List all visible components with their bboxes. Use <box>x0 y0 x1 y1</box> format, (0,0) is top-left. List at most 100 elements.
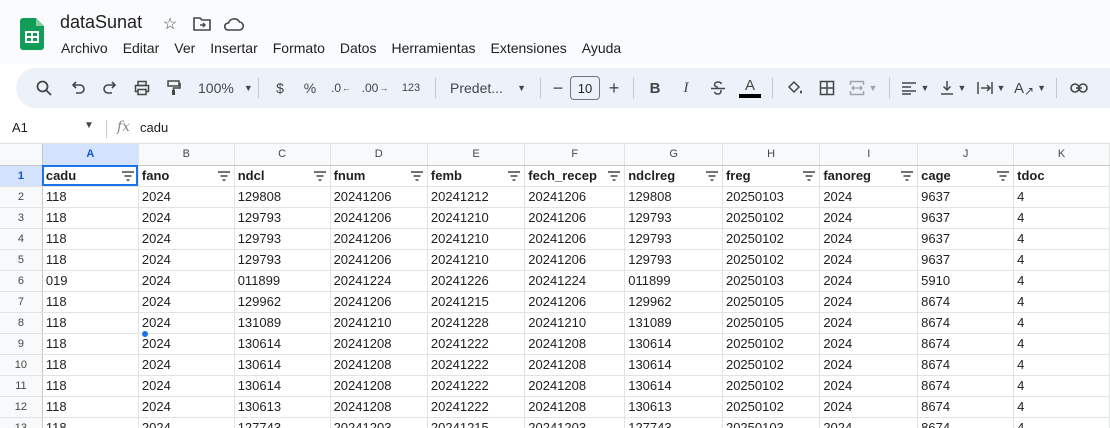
cell[interactable]: 20250103 <box>722 417 821 428</box>
cell[interactable]: 118 <box>42 396 139 418</box>
cell[interactable]: 2024 <box>819 186 919 208</box>
cell[interactable]: 129793 <box>624 228 723 250</box>
cell[interactable]: 130614 <box>624 375 723 397</box>
header-cell[interactable]: ndclreg <box>624 165 723 187</box>
cell[interactable]: 4 <box>1013 333 1110 355</box>
cell[interactable]: 20241208 <box>330 354 428 376</box>
cell[interactable]: 4 <box>1013 291 1110 313</box>
column-header-k[interactable]: K <box>1013 144 1110 166</box>
row-header[interactable]: 10 <box>0 354 43 376</box>
cell[interactable]: 2024 <box>819 396 919 418</box>
font-size-input[interactable]: 10 <box>569 74 601 102</box>
cell[interactable]: 2024 <box>138 207 235 229</box>
move-folder-icon[interactable] <box>192 14 212 34</box>
sheets-logo-icon[interactable] <box>20 18 44 50</box>
cell[interactable]: 20241208 <box>330 333 428 355</box>
cell[interactable]: 019 <box>42 270 139 292</box>
cell[interactable]: 118 <box>42 417 139 428</box>
chevron-down-icon[interactable]: ▼ <box>84 120 94 131</box>
cell[interactable]: 2024 <box>819 417 919 428</box>
cell[interactable]: 011899 <box>624 270 723 292</box>
cell[interactable]: 20241222 <box>427 375 526 397</box>
paint-format-icon[interactable] <box>158 74 190 102</box>
horizontal-align-icon[interactable]: ▼ <box>896 74 934 102</box>
cell[interactable]: 118 <box>42 186 139 208</box>
cell[interactable]: 2024 <box>138 228 235 250</box>
merge-cells-icon[interactable]: ▼ <box>843 74 883 102</box>
cell[interactable]: 9637 <box>917 207 1015 229</box>
cell[interactable]: 2024 <box>819 375 919 397</box>
cell[interactable]: 8674 <box>917 333 1015 355</box>
cell[interactable]: 20241206 <box>524 228 626 250</box>
column-header-e[interactable]: E <box>427 144 526 166</box>
column-header-d[interactable]: D <box>330 144 428 166</box>
cell[interactable]: 20250103 <box>722 270 821 292</box>
row-header[interactable]: 2 <box>0 186 43 208</box>
menu-archivo[interactable]: Archivo <box>54 38 116 58</box>
filter-icon[interactable] <box>410 170 423 181</box>
filter-icon[interactable] <box>217 170 230 181</box>
decrease-font-size-button[interactable]: − <box>547 74 569 102</box>
bold-button[interactable]: B <box>640 74 670 102</box>
cell[interactable]: 20241215 <box>427 291 526 313</box>
cell[interactable]: 011899 <box>234 270 331 292</box>
selection-fill-handle[interactable] <box>141 330 149 338</box>
cell[interactable]: 20250103 <box>722 186 821 208</box>
cell[interactable]: 118 <box>42 207 139 229</box>
header-cell[interactable]: cadu <box>42 165 139 187</box>
cell[interactable]: 118 <box>42 249 139 271</box>
cell[interactable]: 127743 <box>624 417 723 428</box>
more-formats-button[interactable]: 123 <box>393 74 429 102</box>
cell[interactable]: 4 <box>1013 354 1110 376</box>
cell[interactable]: 20241208 <box>524 375 626 397</box>
fill-color-icon[interactable] <box>779 74 811 102</box>
header-cell[interactable]: ndcl <box>234 165 331 187</box>
cell[interactable]: 20241208 <box>524 396 626 418</box>
cell[interactable]: 20241203 <box>524 417 626 428</box>
cell[interactable]: 20241210 <box>427 207 526 229</box>
column-header-h[interactable]: H <box>722 144 821 166</box>
strikethrough-icon[interactable] <box>702 74 734 102</box>
cell[interactable]: 20241206 <box>330 207 428 229</box>
zoom-select[interactable]: 100% ▼ <box>190 74 253 102</box>
cell[interactable]: 8674 <box>917 417 1015 428</box>
cell[interactable]: 9637 <box>917 186 1015 208</box>
cell[interactable]: 130613 <box>234 396 331 418</box>
cell[interactable]: 20241208 <box>330 375 428 397</box>
menu-ayuda[interactable]: Ayuda <box>575 38 629 58</box>
menu-formato[interactable]: Formato <box>266 38 333 58</box>
cell[interactable]: 20241222 <box>427 333 526 355</box>
cell[interactable]: 129808 <box>234 186 331 208</box>
cell[interactable]: 4 <box>1013 417 1110 428</box>
cell[interactable]: 20250102 <box>722 249 821 271</box>
increase-decimal-button[interactable]: .00 → <box>357 74 393 102</box>
column-header-b[interactable]: B <box>138 144 235 166</box>
cell[interactable]: 129962 <box>624 291 723 313</box>
filter-icon[interactable] <box>705 170 718 181</box>
cell[interactable]: 118 <box>42 354 139 376</box>
column-header-a[interactable]: A <box>42 144 139 166</box>
cell[interactable]: 20241224 <box>330 270 428 292</box>
cell[interactable]: 2024 <box>819 249 919 271</box>
cell[interactable]: 118 <box>42 228 139 250</box>
cell[interactable]: 20241222 <box>427 396 526 418</box>
cell[interactable]: 4 <box>1013 186 1110 208</box>
cell[interactable]: 2024 <box>819 354 919 376</box>
cell[interactable]: 2024 <box>138 291 235 313</box>
text-color-button[interactable]: A <box>734 74 766 102</box>
filter-icon[interactable] <box>508 170 521 181</box>
column-header-g[interactable]: G <box>624 144 723 166</box>
filter-icon[interactable] <box>608 170 621 181</box>
cell[interactable]: 130614 <box>234 375 331 397</box>
cell[interactable]: 2024 <box>138 417 235 428</box>
cell[interactable]: 20241212 <box>427 186 526 208</box>
cloud-status-icon[interactable] <box>224 14 244 34</box>
row-header[interactable]: 6 <box>0 270 43 292</box>
cell[interactable]: 20241206 <box>524 186 626 208</box>
text-wrapping-icon[interactable]: ▼ <box>972 74 1010 102</box>
cell[interactable]: 4 <box>1013 312 1110 334</box>
cell[interactable]: 20241206 <box>330 186 428 208</box>
cell[interactable]: 129808 <box>624 186 723 208</box>
cell[interactable]: 20241208 <box>524 333 626 355</box>
cell[interactable]: 4 <box>1013 375 1110 397</box>
